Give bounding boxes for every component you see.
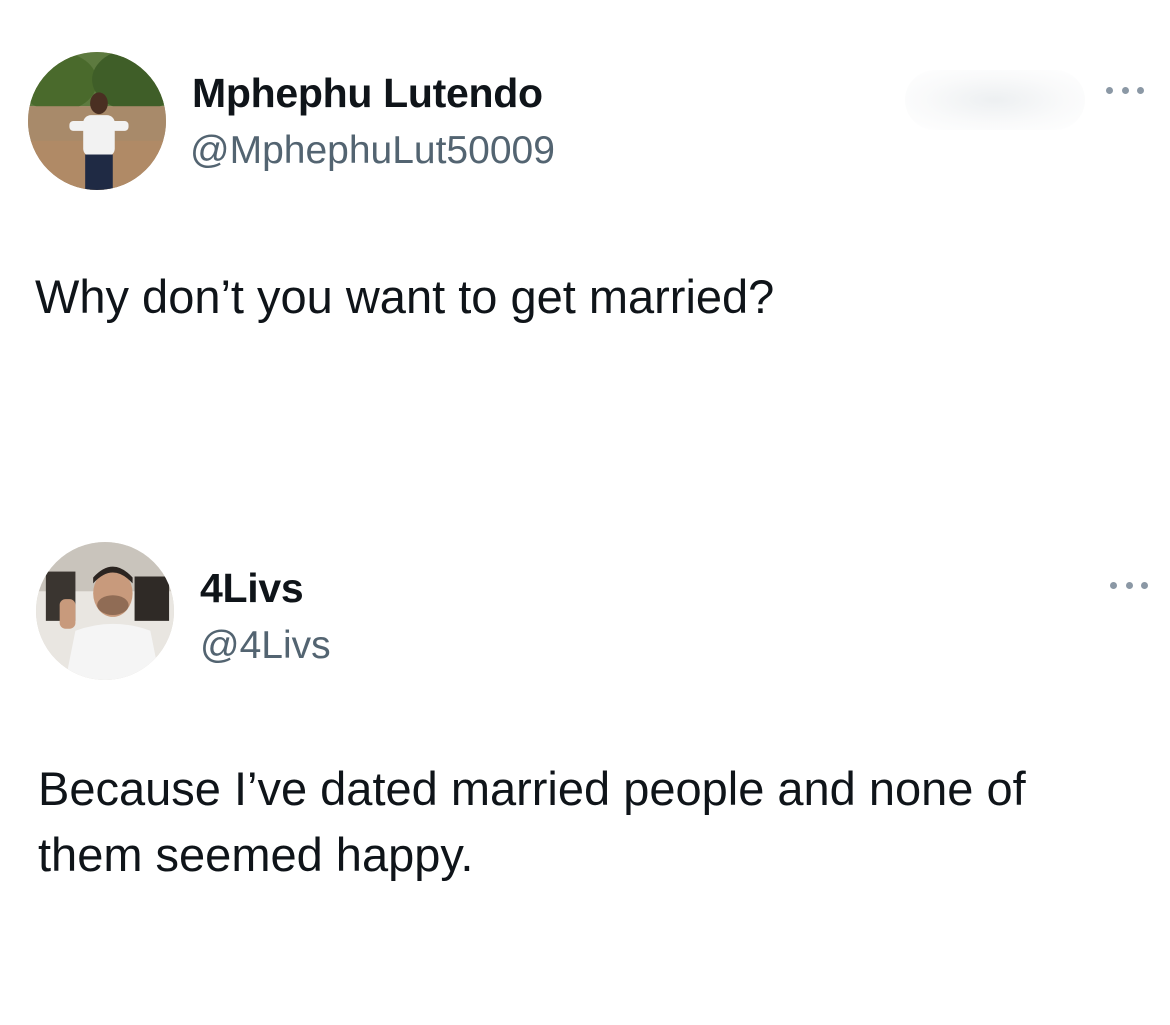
tweet-text: Why don’t you want to get married? [35,270,775,323]
tweet-original[interactable]: Mphephu Lutendo @MphephuLut50009 Why don… [0,0,1170,500]
more-horizontal-icon[interactable] [1106,80,1144,100]
tweet-reply[interactable]: 4Livs @4Livs Because I’ve dated married … [0,520,1170,1025]
avatar-photo-man-icon [36,542,174,680]
avatar[interactable] [28,52,166,190]
display-name[interactable]: 4Livs [200,568,304,609]
display-name[interactable]: Mphephu Lutendo [192,73,543,114]
avatar-photo-woman-icon [28,52,166,190]
more-horizontal-icon[interactable] [1110,575,1148,595]
blurred-region [905,70,1085,130]
user-handle[interactable]: @4Livs [200,626,331,665]
user-handle[interactable]: @MphephuLut50009 [190,131,555,170]
tweet-text: Because I’ve dated married people and no… [38,762,1039,881]
avatar[interactable] [36,542,174,680]
